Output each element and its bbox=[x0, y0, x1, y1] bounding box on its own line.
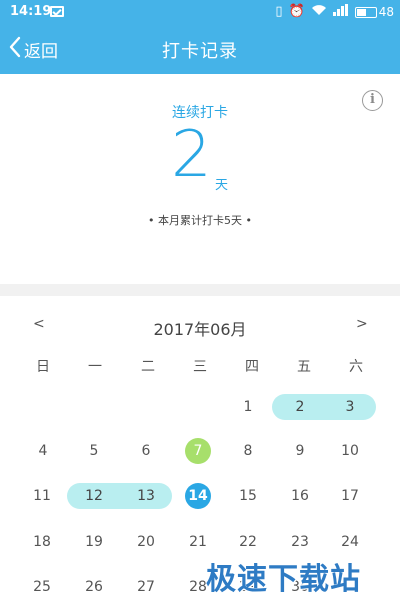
calendar-day[interactable]: 1 bbox=[235, 394, 261, 420]
wifi-icon bbox=[311, 4, 327, 20]
calendar-day-checked[interactable]: 12 bbox=[81, 483, 107, 509]
next-month-button[interactable]: > bbox=[356, 316, 368, 332]
page-title: 打卡记录 bbox=[162, 41, 238, 62]
calendar-day[interactable]: 6 bbox=[133, 438, 159, 464]
watermark: 极速下载站 bbox=[206, 562, 361, 597]
status-icons: ▯ ⏰ 48 bbox=[275, 4, 394, 20]
weekday-fri: 五 bbox=[297, 359, 311, 375]
calendar-day[interactable]: 15 bbox=[235, 483, 261, 509]
status-time: 14:19 bbox=[10, 4, 52, 19]
calendar-day[interactable]: 5 bbox=[81, 438, 107, 464]
weekday-row: 日 一 二 三 四 五 六 bbox=[0, 352, 400, 380]
calendar-day[interactable]: 27 bbox=[133, 574, 159, 600]
weekday-wed: 三 bbox=[193, 359, 207, 375]
calendar-day[interactable]: 24 bbox=[337, 529, 363, 555]
calendar-day[interactable]: 26 bbox=[81, 574, 107, 600]
calendar-header: < 2017年06月 > bbox=[0, 312, 400, 342]
calendar-day[interactable]: 16 bbox=[287, 483, 313, 509]
calendar-day[interactable]: 21 bbox=[185, 529, 211, 555]
calendar-day[interactable]: 10 bbox=[337, 438, 363, 464]
battery-level: 48 bbox=[378, 5, 394, 19]
weekday-thu: 四 bbox=[245, 359, 259, 375]
signal-icon bbox=[332, 4, 349, 20]
calendar-day-checked[interactable]: 3 bbox=[337, 394, 363, 420]
calendar-day[interactable]: 17 bbox=[337, 483, 363, 509]
calendar-day[interactable]: 18 bbox=[29, 529, 55, 555]
weekday-tue: 二 bbox=[141, 359, 155, 375]
calendar-day-highlighted[interactable]: 7 bbox=[185, 438, 211, 464]
vibrate-icon: ▯ bbox=[275, 4, 283, 19]
month-total-text: • 本月累计打卡5天 • bbox=[148, 214, 252, 227]
calendar-day-today[interactable]: 14 bbox=[185, 483, 211, 509]
calendar-day[interactable]: 8 bbox=[235, 438, 261, 464]
month-title: 2017年06月 bbox=[153, 320, 247, 339]
weekday-mon: 一 bbox=[88, 359, 102, 375]
calendar-day[interactable]: 20 bbox=[133, 529, 159, 555]
calendar-day[interactable]: 19 bbox=[81, 529, 107, 555]
weekday-sun: 日 bbox=[36, 359, 50, 375]
calendar-day[interactable]: 9 bbox=[287, 438, 313, 464]
status-bar: 14:19 ▯ ⏰ 48 bbox=[0, 0, 400, 24]
nav-bar: 返回 打卡记录 bbox=[0, 24, 400, 74]
calendar-day[interactable]: 22 bbox=[235, 529, 261, 555]
calendar-day[interactable]: 23 bbox=[287, 529, 313, 555]
message-icon bbox=[50, 6, 64, 17]
calendar-day-checked[interactable]: 2 bbox=[287, 394, 313, 420]
section-divider bbox=[0, 284, 400, 296]
calendar-day[interactable]: 11 bbox=[29, 483, 55, 509]
calendar-day[interactable]: 4 bbox=[30, 438, 56, 464]
streak-count: 2 bbox=[171, 118, 212, 192]
calendar-day-checked[interactable]: 13 bbox=[133, 483, 159, 509]
streak-unit: 天 bbox=[215, 178, 229, 193]
alarm-icon: ⏰ bbox=[288, 4, 305, 19]
streak-summary: i 连续打卡 2 天 • 本月累计打卡5天 • bbox=[0, 74, 400, 284]
weekday-sat: 六 bbox=[349, 359, 363, 375]
battery-icon: 48 bbox=[354, 5, 394, 19]
calendar-day[interactable]: 25 bbox=[29, 574, 55, 600]
